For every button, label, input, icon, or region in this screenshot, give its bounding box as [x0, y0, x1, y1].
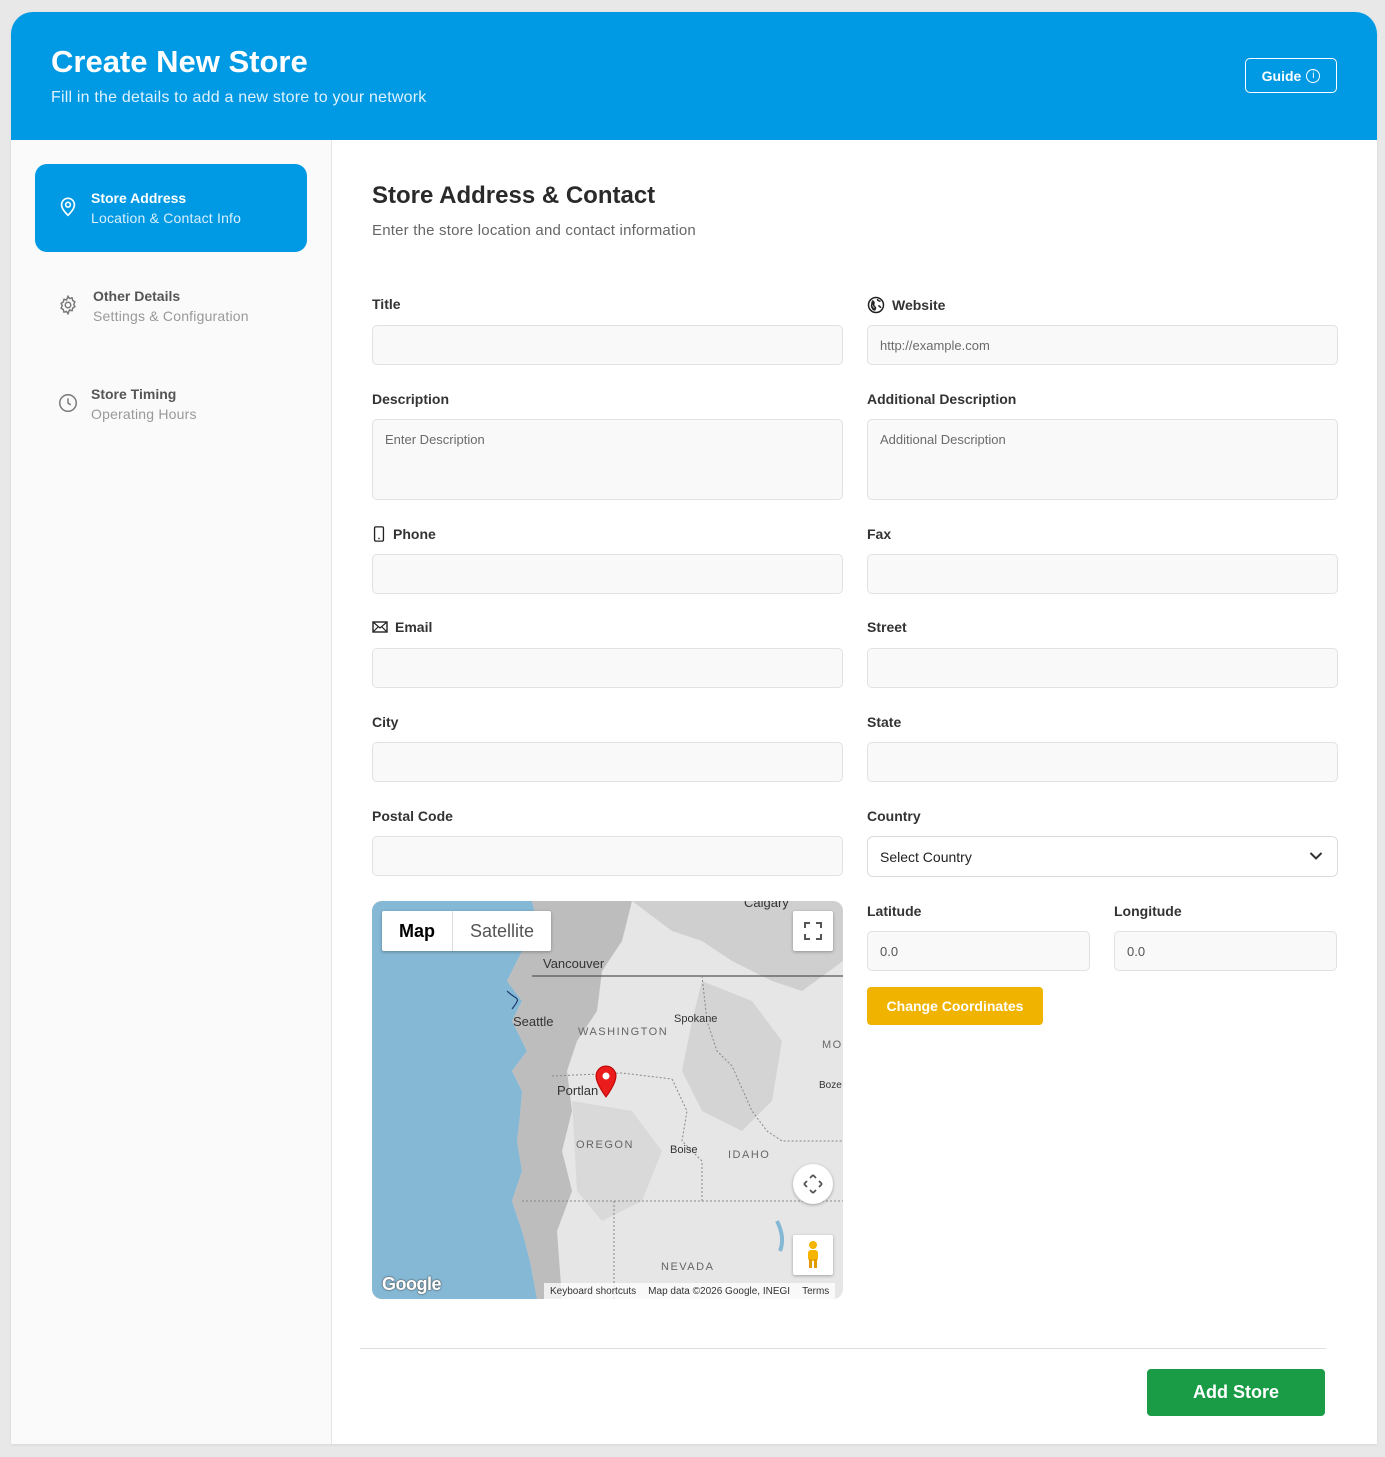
step-store-timing[interactable]: Store Timing Operating Hours — [35, 360, 307, 448]
chevron-down-icon — [1309, 852, 1323, 860]
latitude-input[interactable] — [867, 931, 1090, 971]
map-label-idaho: IDAHO — [728, 1149, 771, 1161]
map-label-boise: Boise — [670, 1144, 698, 1156]
section-title: Store Address & Contact — [372, 182, 656, 209]
step-title: Other Details — [93, 288, 181, 304]
map-type-satellite-button[interactable]: Satellite — [453, 911, 551, 951]
pan-arrows-icon — [803, 1174, 823, 1194]
description-textarea[interactable] — [372, 419, 843, 500]
steps-sidebar: Store Address Location & Contact Info Ot… — [11, 140, 332, 1444]
city-label: City — [372, 714, 399, 730]
map-pin-icon — [60, 197, 76, 217]
postal-code-input[interactable] — [372, 836, 843, 876]
terms-link[interactable]: Terms — [802, 1286, 829, 1297]
fax-label: Fax — [867, 526, 892, 542]
mobile-phone-icon — [373, 526, 385, 542]
step-store-address[interactable]: Store Address Location & Contact Info — [35, 164, 307, 252]
email-input[interactable] — [372, 648, 843, 688]
phone-input[interactable] — [372, 554, 843, 594]
google-logo: Google — [382, 1274, 442, 1294]
map-label-vancouver: Vancouver — [543, 956, 605, 971]
city-input[interactable] — [372, 742, 843, 782]
country-label: Country — [867, 808, 921, 824]
form-panel: Store Address & Contact Enter the store … — [332, 140, 1377, 1444]
map-label-nevada: NEVADA — [661, 1261, 715, 1273]
section-subtitle: Enter the store location and contact inf… — [372, 222, 696, 239]
envelope-icon — [372, 621, 388, 633]
description-label: Description — [372, 391, 450, 407]
map-label-oregon: OREGON — [576, 1139, 634, 1151]
create-store-card: Create New Store Fill in the details to … — [11, 12, 1377, 1444]
map-attribution: Keyboard shortcuts Map data ©2026 Google… — [544, 1283, 836, 1299]
footer-divider — [360, 1348, 1326, 1349]
state-input[interactable] — [867, 742, 1338, 782]
camera-control-button[interactable] — [793, 1164, 833, 1204]
title-input[interactable] — [372, 325, 843, 365]
title-label: Title — [372, 296, 401, 312]
map-label-portland: Portlan — [557, 1083, 599, 1098]
step-subtitle: Location & Contact Info — [91, 210, 242, 226]
keyboard-shortcuts-link[interactable]: Keyboard shortcuts — [550, 1286, 636, 1297]
fax-input[interactable] — [867, 554, 1338, 594]
map-label-boze: Boze — [819, 1080, 842, 1091]
website-input[interactable] — [867, 325, 1338, 365]
additional-description-label: Additional Description — [867, 391, 1017, 407]
guide-label: Guide — [1261, 67, 1302, 84]
pegman-icon — [808, 1241, 818, 1268]
map-type-map-button[interactable]: Map — [382, 911, 453, 951]
location-map[interactable]: Map Satellite Calgary Vancouver Seattle … — [372, 901, 843, 1299]
globe-icon — [867, 296, 885, 314]
gear-icon — [60, 294, 76, 316]
map-data-text: Map data ©2026 Google, INEGI — [648, 1285, 791, 1297]
map-type-toggle: Map Satellite — [382, 911, 552, 951]
fullscreen-icon — [804, 922, 822, 940]
additional-description-textarea[interactable] — [867, 419, 1338, 500]
state-label: State — [867, 714, 902, 730]
add-store-button[interactable]: Add Store — [1147, 1369, 1325, 1416]
change-coordinates-button[interactable]: Change Coordinates — [867, 987, 1043, 1025]
longitude-label: Longitude — [1114, 903, 1182, 919]
clock-icon — [59, 394, 77, 412]
info-icon: i — [1306, 68, 1321, 83]
page-subtitle: Fill in the details to add a new store t… — [51, 89, 427, 106]
map-label-washington: WASHINGTON — [578, 1026, 669, 1038]
postal-code-label: Postal Code — [372, 808, 453, 824]
map-label-mo: MO — [822, 1039, 843, 1051]
phone-label: Phone — [372, 526, 436, 542]
map-label-calgary: Calgary — [744, 901, 789, 910]
step-subtitle: Settings & Configuration — [93, 308, 249, 324]
country-selected-value: Select Country — [880, 848, 972, 865]
website-label: Website — [867, 296, 945, 314]
map-canvas — [372, 901, 843, 1299]
street-input[interactable] — [867, 648, 1338, 688]
email-label: Email — [372, 619, 432, 635]
street-view-pegman[interactable] — [793, 1235, 833, 1275]
fullscreen-button[interactable] — [793, 911, 833, 951]
step-other-details[interactable]: Other Details Settings & Configuration — [35, 262, 307, 350]
step-subtitle: Operating Hours — [91, 406, 197, 422]
page-header: Create New Store Fill in the details to … — [11, 12, 1377, 140]
step-title: Store Timing — [91, 386, 177, 402]
map-label-seattle: Seattle — [513, 1014, 554, 1029]
guide-button[interactable]: Guide i — [1245, 58, 1337, 93]
step-title: Store Address — [91, 190, 187, 206]
page-title: Create New Store — [51, 44, 308, 79]
longitude-input[interactable] — [1114, 931, 1337, 971]
map-label-spokane: Spokane — [674, 1013, 718, 1025]
country-select[interactable]: Select Country — [867, 836, 1338, 877]
street-label: Street — [867, 619, 907, 635]
latitude-label: Latitude — [867, 903, 922, 919]
